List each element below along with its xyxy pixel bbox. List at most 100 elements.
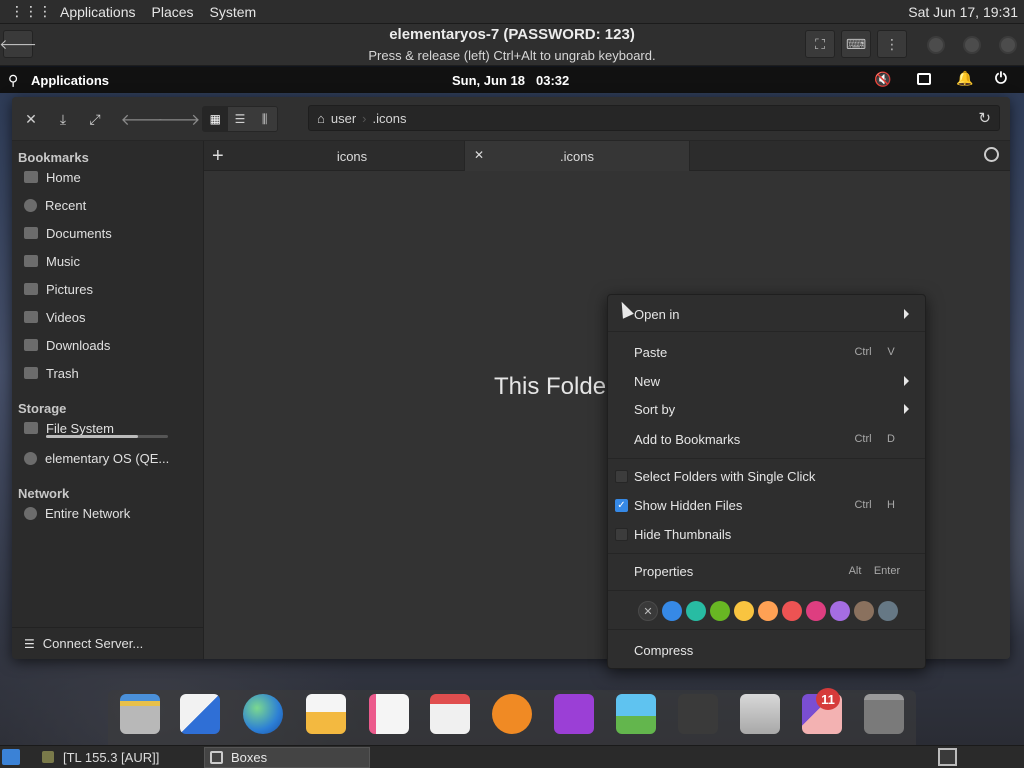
drive-icon — [24, 422, 38, 434]
show-hidden-checkbox[interactable]: ✓ — [615, 498, 628, 512]
download-icon[interactable]: ⤓ — [51, 107, 75, 131]
maximize-button[interactable] — [963, 36, 981, 54]
show-desktop-icon[interactable] — [2, 749, 20, 765]
grid-icon[interactable]: ⋮⋮⋮ — [0, 3, 52, 20]
history-icon[interactable] — [984, 147, 999, 162]
file-system-usage-bar — [46, 435, 168, 438]
color-swatch-5[interactable] — [758, 601, 778, 621]
close-tab-icon[interactable]: ✕ — [474, 148, 484, 162]
path-segment-user[interactable]: user — [331, 111, 356, 126]
color-swatch-2[interactable] — [686, 601, 706, 621]
color-swatch-10[interactable] — [878, 601, 898, 621]
icon-view-button[interactable]: ▦ — [203, 107, 228, 131]
color-swatch-7[interactable] — [806, 601, 826, 621]
sound-muted-icon[interactable]: 🔇 — [874, 71, 891, 88]
music-app-icon[interactable] — [492, 694, 532, 734]
bookmarks-header: Bookmarks — [18, 150, 89, 165]
paste-shortcut: Ctrl V — [854, 346, 895, 358]
sidebar-item-recent[interactable]: Recent — [24, 193, 202, 217]
menu-item-new[interactable]: New — [608, 368, 925, 394]
single-click-checkbox[interactable] — [615, 469, 628, 483]
host-menu-places[interactable]: Places — [144, 4, 202, 20]
fullscreen-button[interactable]: ⛶ — [805, 30, 835, 58]
connect-server-button[interactable]: ☰ Connect Server... — [12, 627, 204, 659]
sidebar-item-optical-disc[interactable]: elementary OS (QE... — [24, 446, 202, 470]
notifications-icon[interactable]: 🔔 — [956, 70, 973, 87]
new-tab-icon[interactable]: + — [212, 145, 224, 168]
sidebar-item-documents[interactable]: Documents — [24, 221, 202, 245]
color-swatch-9[interactable] — [854, 601, 874, 621]
color-swatch-3[interactable] — [710, 601, 730, 621]
calendar-app-icon[interactable] — [430, 694, 470, 734]
color-swatch-1[interactable] — [662, 601, 682, 621]
column-view-button[interactable]: ⫼ — [252, 107, 277, 131]
menu-item-compress[interactable]: Compress — [608, 637, 925, 663]
path-segment-icons[interactable]: .icons — [373, 111, 407, 126]
taskbar-boxes-item[interactable]: Boxes — [204, 747, 370, 768]
host-menu-applications[interactable]: Applications — [52, 4, 144, 20]
color-swatch-4[interactable] — [734, 601, 754, 621]
terminal-app-icon[interactable] — [678, 694, 718, 734]
display-icon[interactable] — [917, 73, 931, 85]
videos-app-icon[interactable] — [554, 694, 594, 734]
sidebar-item-entire-network[interactable]: Entire Network — [24, 501, 202, 525]
context-menu: Open in Paste Ctrl V New Sort by Add to Bo… — [607, 294, 926, 669]
reload-icon[interactable]: ↻ — [978, 109, 991, 127]
trash-app-icon[interactable] — [864, 694, 904, 734]
photos-app-icon[interactable] — [616, 694, 656, 734]
mail-app-icon[interactable] — [306, 694, 346, 734]
path-bar[interactable]: ⌂ user › .icons ↻ — [308, 105, 1000, 131]
tasks-app-icon[interactable] — [369, 694, 409, 734]
folder-icon — [24, 339, 38, 351]
tab-dot-icons[interactable]: ✕ .icons — [464, 141, 690, 171]
sidebar-item-videos[interactable]: Videos — [24, 305, 202, 329]
menu-item-properties[interactable]: Properties Alt Enter — [608, 558, 925, 584]
menu-item-open-in[interactable]: Open in — [608, 301, 925, 327]
clear-color-icon[interactable]: ✕ — [638, 601, 658, 621]
sidebar-item-trash[interactable]: Trash — [24, 361, 202, 385]
guest-applications-menu[interactable]: Applications — [31, 73, 109, 88]
view-mode-switcher: ▦ ☰ ⫼ — [202, 106, 278, 132]
list-view-button[interactable]: ☰ — [227, 107, 253, 131]
close-icon[interactable]: ✕ — [19, 107, 43, 131]
multitasking-app-icon[interactable] — [180, 694, 220, 734]
guest-top-panel: ⚲ Applications Sun, Jun 18 03:32 🔇 🔔 ⏻ — [0, 67, 1024, 93]
back-arrow-icon[interactable]: 🡐 — [121, 107, 164, 131]
keyboard-button[interactable]: ⌨ — [841, 30, 871, 58]
close-window-button[interactable] — [999, 36, 1017, 54]
color-swatch-8[interactable] — [830, 601, 850, 621]
forward-arrow-icon[interactable]: 🡒 — [158, 107, 201, 131]
menu-item-hide-thumbnails[interactable]: Hide Thumbnails — [608, 521, 925, 547]
host-bottom-panel: [TL 155.3 [AUR]] Boxes — [0, 745, 1024, 768]
sidebar-item-music[interactable]: Music — [24, 249, 202, 273]
tab-icons[interactable]: icons — [240, 141, 464, 171]
browser-app-icon[interactable] — [243, 694, 283, 734]
workspace-switcher-icon[interactable] — [938, 748, 957, 766]
menu-item-add-to-bookmarks[interactable]: Add to Bookmarks Ctrl D — [608, 426, 925, 452]
power-icon[interactable]: ⏻ — [995, 70, 1007, 87]
menu-item-single-click[interactable]: Select Folders with Single Click — [608, 463, 925, 489]
minimize-button[interactable] — [927, 36, 945, 54]
sidebar-item-pictures[interactable]: Pictures — [24, 277, 202, 301]
hide-thumbnails-checkbox[interactable] — [615, 527, 628, 541]
menu-item-paste[interactable]: Paste Ctrl V — [608, 339, 925, 365]
sidebar-item-downloads[interactable]: Downloads — [24, 333, 202, 357]
menu-separator — [608, 331, 925, 332]
appcenter-app-icon[interactable]: 11 — [802, 688, 842, 734]
storage-header: Storage — [18, 401, 67, 416]
sidebar-item-home[interactable]: Home — [24, 165, 202, 189]
taskbar-terminal-item[interactable]: [TL 155.3 [AUR]] — [36, 748, 196, 767]
menu-item-show-hidden[interactable]: ✓ Show Hidden Files Ctrl H — [608, 492, 925, 518]
guest-date[interactable]: Sun, Jun 18 — [452, 73, 525, 88]
host-menu-system[interactable]: System — [202, 4, 265, 20]
maximize-icon[interactable]: ⤢ — [83, 107, 107, 131]
settings-app-icon[interactable] — [740, 694, 780, 734]
boxes-icon — [210, 751, 223, 764]
menu-item-sort-by[interactable]: Sort by — [608, 396, 925, 422]
color-swatch-6[interactable] — [782, 601, 802, 621]
list-view-icon: ☰ — [234, 112, 246, 126]
menu-button[interactable]: ⋮ — [877, 30, 907, 58]
host-clock[interactable]: Sat Jun 17, 19:31 — [908, 4, 1024, 20]
guest-time[interactable]: 03:32 — [536, 73, 569, 88]
files-app-icon[interactable] — [120, 694, 160, 734]
